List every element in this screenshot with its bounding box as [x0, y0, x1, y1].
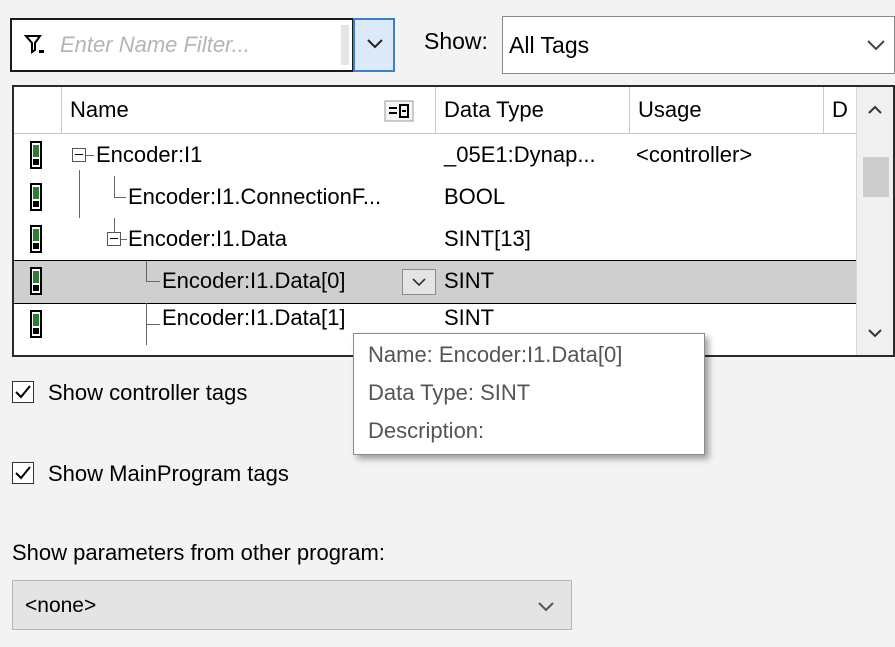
name-filter-input[interactable]: [60, 24, 345, 66]
other-program-select[interactable]: <none>: [12, 580, 572, 630]
scroll-down-button[interactable]: [857, 315, 893, 355]
show-select[interactable]: All Tags: [502, 16, 895, 74]
tag-data-type: _05E1:Dynap...: [444, 142, 596, 167]
column-header-usage[interactable]: Usage: [630, 87, 824, 133]
check-icon: [15, 385, 31, 399]
other-program-value: <none>: [25, 594, 97, 617]
tree-line: [146, 281, 160, 282]
show-mainprogram-tags-checkbox[interactable]: [12, 462, 34, 484]
tree-line: [86, 155, 94, 156]
table-row-selected[interactable]: Encoder:I1.Data[0] SINT: [14, 260, 857, 304]
show-mainprogram-tags-label[interactable]: Show MainProgram tags: [48, 461, 289, 487]
table-row[interactable]: Encoder:I1 _05E1:Dynap... <controller>: [14, 134, 857, 176]
filter-icon[interactable]: [23, 32, 46, 56]
header-icon-column: [14, 87, 62, 133]
collapse-toggle[interactable]: [72, 148, 86, 162]
tree-line: [121, 239, 127, 240]
column-header-name[interactable]: Name: [62, 87, 436, 133]
tag-name: Encoder:I1.Data[1]: [162, 305, 346, 330]
tag-icon: [30, 141, 42, 169]
chevron-down-icon: [538, 602, 554, 612]
tag-usage: <controller>: [636, 142, 753, 167]
params-label: Show parameters from other program:: [12, 540, 385, 565]
tag-data-type: SINT[13]: [444, 226, 531, 251]
tag-tooltip: Name: Encoder:I1.Data[0] Data Type: SINT…: [353, 333, 705, 455]
scroll-up-button[interactable]: [857, 87, 893, 133]
tree-line: [114, 197, 126, 198]
chevron-down-icon: [367, 39, 383, 49]
tree-line: [114, 218, 115, 232]
sort-icon[interactable]: [384, 100, 414, 122]
tag-icon: [30, 225, 42, 253]
tag-data-type: BOOL: [444, 184, 506, 209]
tag-data-type: SINT: [444, 305, 495, 330]
table-row[interactable]: Encoder:I1.Data SINT[13]: [14, 218, 857, 260]
tag-data-type: SINT: [444, 268, 495, 293]
tooltip-description: Description:: [368, 418, 485, 443]
check-icon: [15, 466, 31, 480]
column-header-description[interactable]: D: [824, 87, 857, 133]
filter-dropdown-button[interactable]: [353, 18, 395, 72]
grid-header: Name Data Type Usage D: [14, 87, 857, 134]
vertical-scrollbar[interactable]: [856, 87, 893, 355]
tree-line: [114, 176, 115, 197]
tag-icon: [30, 267, 42, 295]
tag-icon: [30, 310, 42, 338]
chevron-down-icon: [867, 40, 885, 51]
tree-line: [146, 261, 147, 281]
show-controller-tags-checkbox[interactable]: [12, 381, 34, 403]
tag-name: Encoder:I1.ConnectionF...: [128, 184, 382, 209]
collapse-toggle[interactable]: [107, 232, 121, 246]
scrollbar-thumb[interactable]: [863, 157, 889, 197]
table-row[interactable]: Encoder:I1.ConnectionF... BOOL: [14, 170, 857, 218]
tree-line: [146, 324, 160, 325]
row-dropdown-button[interactable]: [402, 269, 436, 295]
tooltip-name: Name: Encoder:I1.Data[0]: [368, 342, 623, 367]
chevron-down-icon: [412, 278, 426, 287]
tag-name: Encoder:I1.Data: [128, 226, 287, 251]
tag-icon: [30, 183, 42, 211]
chevron-up-icon: [868, 105, 882, 114]
filter-separator: [341, 25, 349, 65]
show-controller-tags-label[interactable]: Show controller tags: [48, 380, 247, 406]
tag-name: Encoder:I1.Data[0]: [162, 268, 346, 293]
chevron-down-icon: [868, 329, 882, 338]
show-label: Show:: [424, 28, 488, 54]
tag-name: Encoder:I1: [96, 142, 203, 167]
tooltip-data-type: Data Type: SINT: [368, 380, 531, 405]
name-filter-box[interactable]: [10, 18, 354, 72]
tag-grid[interactable]: Name Data Type Usage D Encoder:I1 _05E1:…: [12, 85, 895, 357]
column-header-data-type[interactable]: Data Type: [436, 87, 630, 133]
show-select-value: All Tags: [509, 32, 590, 58]
tree-line: [79, 170, 80, 218]
